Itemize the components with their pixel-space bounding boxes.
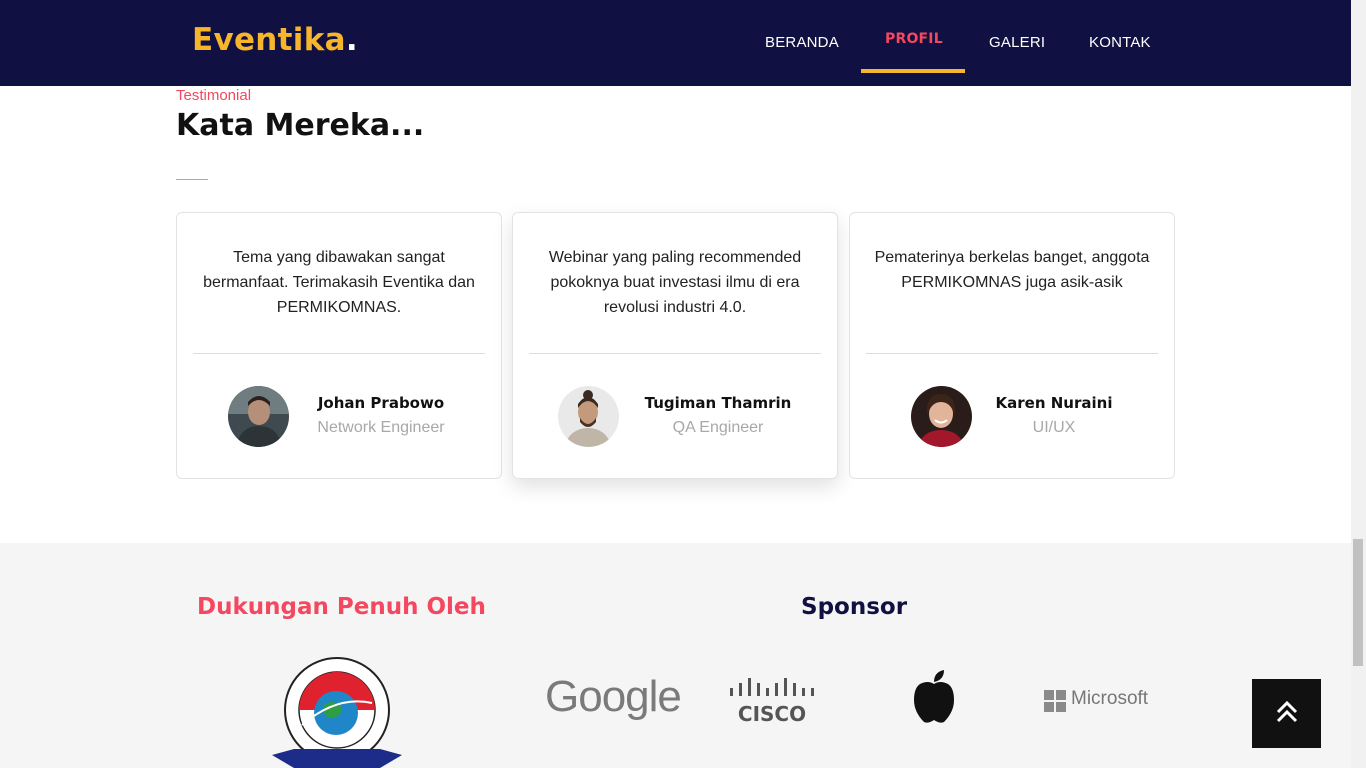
scrollbar-thumb[interactable] [1353, 539, 1363, 666]
cisco-wordmark: CISCO [738, 702, 806, 724]
section-eyebrow: Testimonial [176, 87, 252, 104]
site-logo[interactable]: Eventika. [192, 22, 358, 58]
avatar [911, 386, 972, 447]
site-header: Eventika. BERANDA PROFIL GALERI KONTAK [0, 0, 1351, 86]
back-to-top-button[interactable] [1252, 679, 1321, 748]
permikomnas-logo[interactable] [272, 655, 402, 768]
person-role: Network Engineer [317, 419, 445, 436]
testimonial-card: Tema yang dibawakan sangat bermanfaat. T… [176, 212, 502, 479]
double-chevron-up-icon [1274, 699, 1300, 729]
sponsor-title: Sponsor [801, 594, 908, 620]
active-nav-indicator [861, 69, 965, 73]
microsoft-logo-squares[interactable] [1044, 690, 1066, 716]
logo-text: Eventika [192, 22, 346, 58]
person-role: QA Engineer [672, 419, 764, 436]
nav-galeri[interactable]: GALERI [989, 34, 1045, 51]
avatar [228, 386, 289, 447]
testimonial-card: Webinar yang paling recommended pokoknya… [512, 212, 838, 479]
testimonial-quote: Webinar yang paling recommended pokoknya… [548, 249, 802, 316]
microsoft-logo-text[interactable]: Microsoft [1071, 688, 1148, 710]
testimonial-quote: Pematerinya berkelas banget, anggota PER… [874, 249, 1150, 291]
apple-logo[interactable] [910, 670, 958, 728]
support-title: Dukungan Penuh Oleh [197, 594, 486, 620]
cisco-logo[interactable]: CISCO [728, 676, 818, 728]
nav-beranda[interactable]: BERANDA [765, 34, 839, 51]
person-role: UI/UX [1032, 419, 1076, 436]
person-name: Johan Prabowo [317, 394, 445, 412]
card-divider [193, 353, 485, 354]
person-name: Karen Nuraini [995, 394, 1113, 412]
section-title: Kata Mereka... [176, 108, 425, 143]
testimonial-quote: Tema yang dibawakan sangat bermanfaat. T… [203, 249, 475, 316]
logo-dot: . [345, 22, 358, 58]
nav-profil[interactable]: PROFIL [885, 31, 943, 47]
avatar [558, 386, 619, 447]
google-logo[interactable]: Google [545, 672, 682, 722]
title-divider [176, 179, 208, 180]
nav-kontak[interactable]: KONTAK [1089, 34, 1151, 51]
testimonial-card: Pematerinya berkelas banget, anggota PER… [849, 212, 1175, 479]
person-name: Tugiman Thamrin [644, 394, 792, 412]
card-divider [529, 353, 821, 354]
card-divider [866, 353, 1158, 354]
support-section [0, 543, 1351, 768]
